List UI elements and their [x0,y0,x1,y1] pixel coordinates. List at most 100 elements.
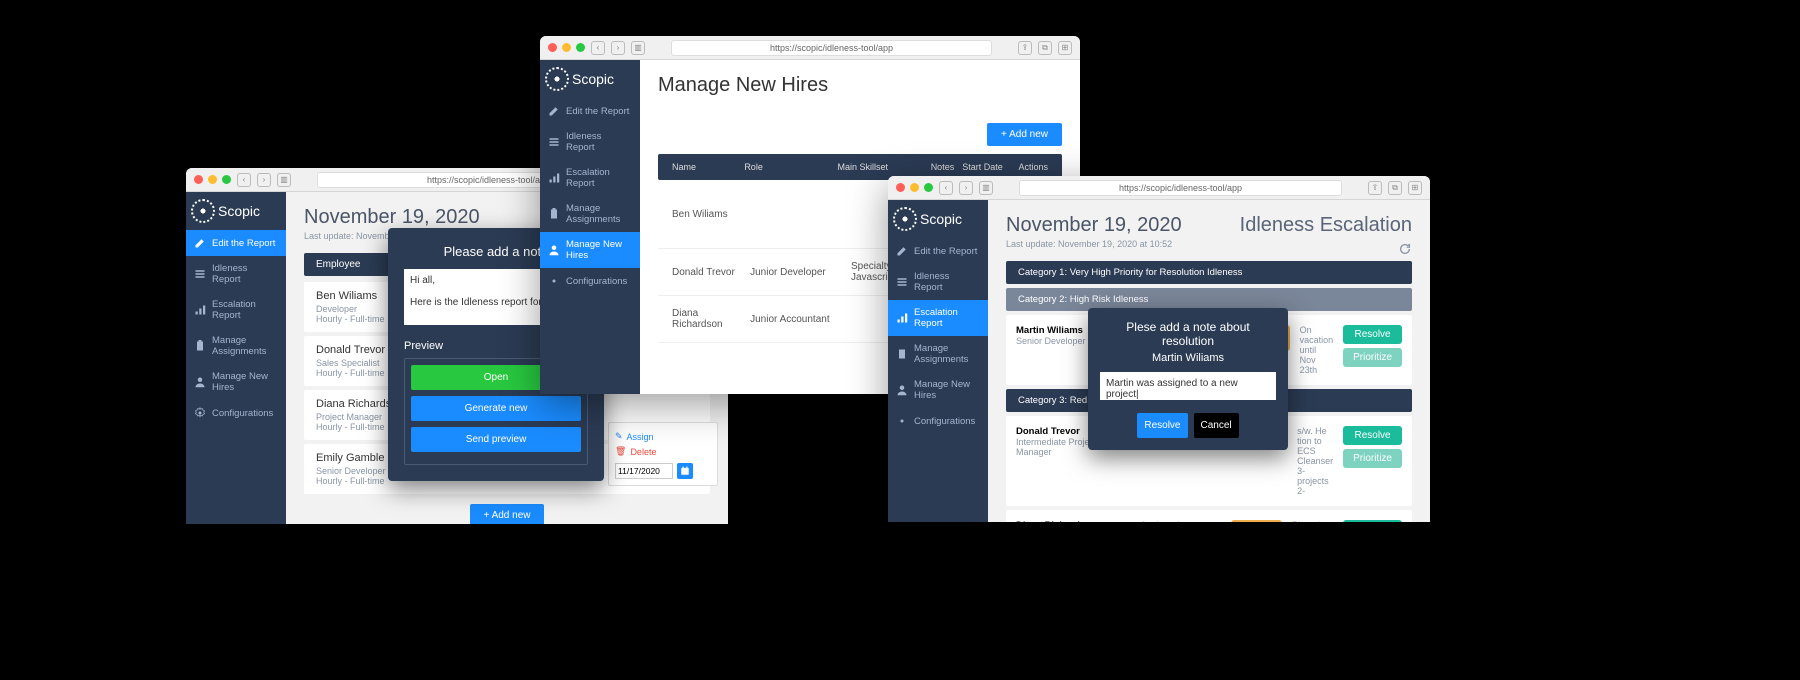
pencil-icon: ✎ [615,431,623,442]
share-icon[interactable]: ⇪ [1368,181,1382,195]
brand-name: Scopic [218,203,260,219]
resolve-button[interactable]: Resolve [1343,520,1402,522]
gear-icon [548,275,560,287]
list-icon [194,268,206,280]
brand-logo: Scopic [540,60,640,98]
sidebar-item-idleness-report[interactable]: Idleness Report [540,124,640,160]
sidebar-toggle-icon[interactable]: ▥ [631,41,645,55]
url-bar[interactable]: https://scopic/idleness-tool/app [1019,180,1342,196]
maximize-window-icon[interactable] [924,183,933,192]
sidebar-item-configurations[interactable]: Configurations [540,268,640,294]
date-input[interactable] [615,463,673,479]
sidebar-item-edit-report[interactable]: Edit the Report [888,238,988,264]
sidebar-item-edit-report[interactable]: Edit the Report [540,98,640,124]
col-actions: Actions [1018,160,1052,174]
add-new-button[interactable]: + Add new [987,123,1062,146]
resolve-button[interactable]: Resolve [1343,426,1402,445]
list-icon [896,276,908,288]
sidebar-item-manage-new-hires[interactable]: Manage New Hires [888,372,988,408]
clipboard-icon [548,208,560,220]
copy-icon[interactable]: ⧉ [1388,181,1402,195]
calendar-icon[interactable] [677,463,693,479]
delete-link[interactable]: 🗑Delete [615,444,711,459]
send-preview-button[interactable]: Send preview [411,427,581,452]
cancel-button[interactable]: Cancel [1194,413,1239,438]
copy-icon[interactable]: ⧉ [1038,41,1052,55]
col-date: Start Date [958,160,1018,174]
prioritize-button[interactable]: Prioritize [1343,449,1402,468]
sidebar-item-escalation-report[interactable]: Escalation Report [186,292,286,328]
sidebar-item-configurations[interactable]: Configurations [186,400,286,426]
resolution-modal: Plese add a note about resolution Martin… [1088,308,1288,450]
minimize-window-icon[interactable] [208,175,217,184]
sidebar-toggle-icon[interactable]: ▥ [979,181,993,195]
back-button[interactable]: ‹ [591,41,605,55]
back-button[interactable]: ‹ [237,173,251,187]
tabs-icon[interactable]: ⊞ [1058,41,1072,55]
escalation-row: Diana RichardsonPrincipal Engineer Assig… [1006,510,1412,522]
add-new-button[interactable]: + Add new [470,504,545,524]
traffic-lights [194,175,231,184]
pencil-icon [194,237,206,249]
forward-button[interactable]: › [257,173,271,187]
resolve-button[interactable]: Resolve [1137,413,1187,438]
sidebar-toggle-icon[interactable]: ▥ [277,173,291,187]
assign-link[interactable]: ✎Assign [615,429,711,444]
sidebar-item-idleness-report[interactable]: Idleness Report [888,264,988,300]
generate-new-button[interactable]: Generate new [411,396,581,421]
pencil-icon [896,245,908,257]
maximize-window-icon[interactable] [222,175,231,184]
forward-button[interactable]: › [959,181,973,195]
sidebar-item-manage-assignments[interactable]: Manage Assignments [186,328,286,364]
brand-logo: Scopic [186,192,286,230]
modal-person: Martin Wiliams [1100,352,1276,364]
logo-icon [548,70,566,88]
sidebar: Scopic Edit the Report Idleness Report E… [888,200,988,522]
share-icon[interactable]: ⇪ [1018,41,1032,55]
url-bar[interactable]: https://scopic/idleness-tool/app [671,40,992,56]
sidebar-item-configurations[interactable]: Configurations [888,408,988,434]
back-button[interactable]: ‹ [939,181,953,195]
sidebar: Scopic Edit the Report Idleness Report E… [186,192,286,524]
assignment-popover: ✎Assign 🗑Delete [608,422,718,486]
refresh-icon[interactable] [1398,242,1412,256]
prioritize-button[interactable]: Prioritize [1343,348,1402,367]
close-window-icon[interactable] [896,183,905,192]
sidebar-item-manage-new-hires[interactable]: Manage New Hires [186,364,286,400]
resolve-button[interactable]: Resolve [1343,325,1402,344]
close-window-icon[interactable] [194,175,203,184]
col-notes: Notes [927,160,959,174]
cell-role [733,212,816,216]
sidebar-item-manage-new-hires[interactable]: Manage New Hires [540,232,640,268]
bars-icon [896,312,908,324]
sidebar-item-manage-assignments[interactable]: Manage Assignments [540,196,640,232]
col-skill: Main Skillset [834,160,927,174]
forward-button[interactable]: › [611,41,625,55]
category-1-bar[interactable]: Category 1: Very High Priority for Resol… [1006,261,1412,284]
tabs-icon[interactable]: ⊞ [1408,181,1422,195]
minimize-window-icon[interactable] [910,183,919,192]
logo-icon [896,210,914,228]
sidebar-item-idleness-report[interactable]: Idleness Report [186,256,286,292]
sidebar-item-escalation-report[interactable]: Escalation Report [540,160,640,196]
bars-icon [194,304,206,316]
resolution-textarea[interactable]: Martin was assigned to a new project| [1100,372,1276,400]
gear-icon [194,407,206,419]
gear-icon [896,415,908,427]
brand-logo: Scopic [888,200,988,238]
bars-icon [548,172,560,184]
clipboard-icon [194,340,206,352]
maximize-window-icon[interactable] [576,43,585,52]
col-role: Role [740,160,833,174]
person-icon [896,384,908,396]
person-icon [194,376,206,388]
cell-name: Ben Wiliams [668,207,733,222]
minimize-window-icon[interactable] [562,43,571,52]
sidebar-item-manage-assignments[interactable]: Manage Assignments [888,336,988,372]
page-subtitle: Last update: November 19, 2020 at 10:52 [1006,239,1412,249]
cell-skill [816,212,899,216]
sidebar-item-edit-report[interactable]: Edit the Report [186,230,286,256]
browser-chrome: ‹ › ▥ https://scopic/idleness-tool/app ⇪… [888,176,1430,200]
close-window-icon[interactable] [548,43,557,52]
sidebar-item-escalation-report[interactable]: Escalation Report [888,300,988,336]
